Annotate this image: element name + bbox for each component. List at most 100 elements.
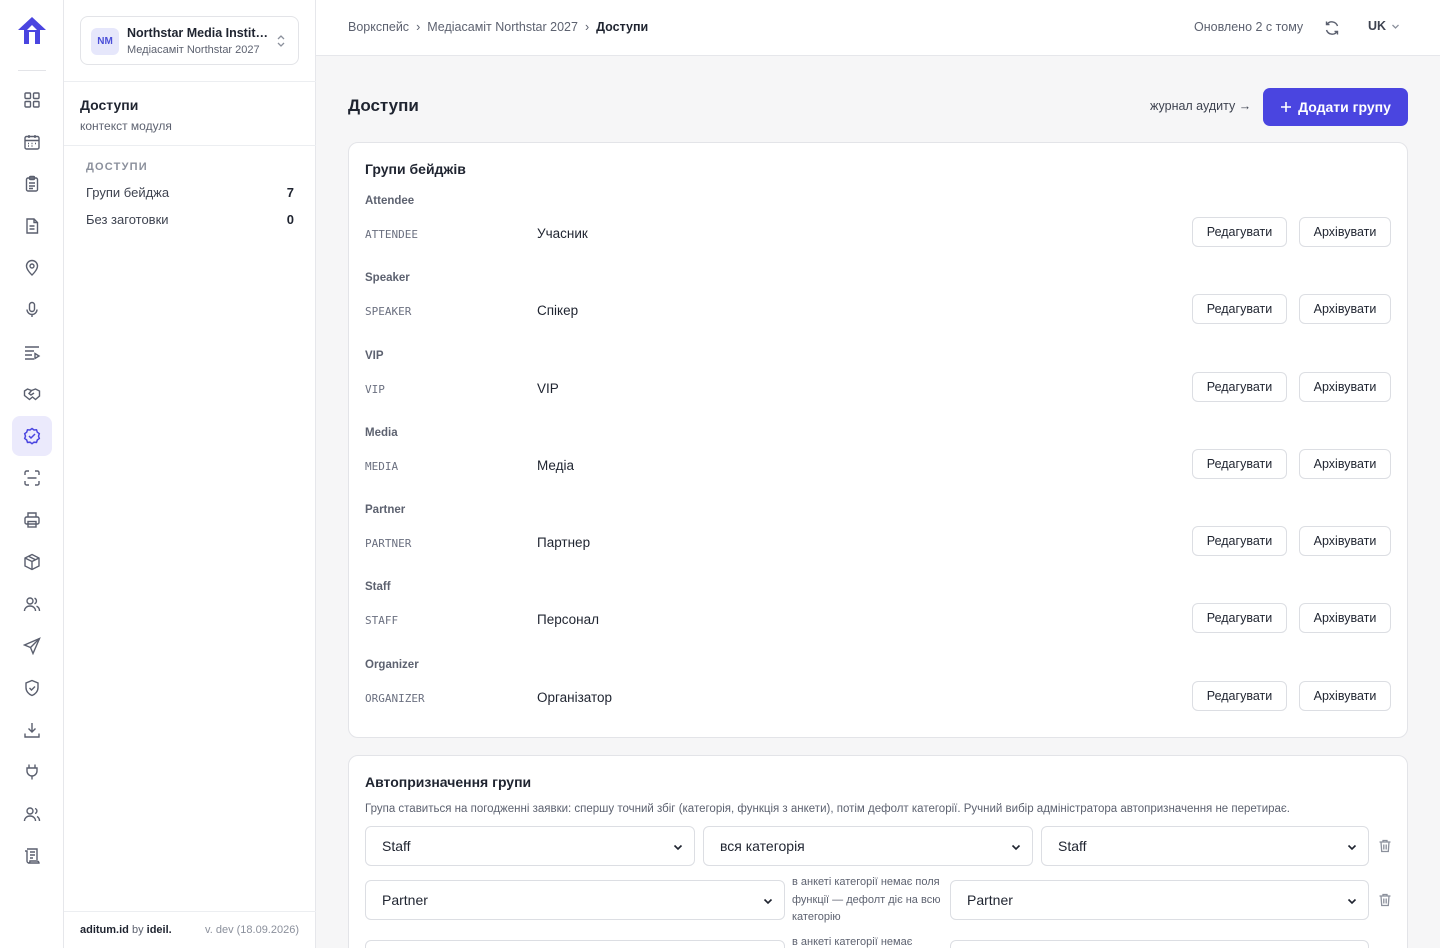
edit-button[interactable]: Редагувати xyxy=(1192,449,1287,479)
select-value: Staff xyxy=(1058,838,1087,854)
breadcrumb-event[interactable]: Медіасаміт Northstar 2027 xyxy=(427,20,578,34)
breadcrumb-separator: › xyxy=(416,20,421,34)
document-icon[interactable] xyxy=(12,206,52,246)
breadcrumb-current: Доступи xyxy=(596,20,649,34)
group-row: VIP VIP VIP Редагувати Архівувати xyxy=(349,350,1407,420)
module-title: Доступи xyxy=(80,97,139,113)
audit-log-link[interactable]: журнал аудиту → xyxy=(1150,99,1251,113)
group-code: VIP xyxy=(365,383,385,396)
chevron-down-icon xyxy=(763,898,773,905)
sidebar-item-count: 0 xyxy=(286,212,294,227)
icon-rail xyxy=(0,0,64,948)
group-name: Attendee xyxy=(365,195,415,207)
group-name: VIP xyxy=(365,350,384,362)
group-row: Attendee ATTENDEE Учасник Редагувати Арх… xyxy=(349,195,1407,265)
edit-button[interactable]: Редагувати xyxy=(1192,681,1287,711)
card-title: Автопризначення групи xyxy=(365,774,532,790)
edit-button[interactable]: Редагувати xyxy=(1192,372,1287,402)
category-select[interactable]: Partner xyxy=(365,880,785,920)
function-select[interactable]: вся категорія xyxy=(703,826,1033,866)
agenda-icon[interactable] xyxy=(12,332,52,372)
archive-button[interactable]: Архівувати xyxy=(1299,294,1391,324)
module-header: Доступи контекст модуля xyxy=(64,81,316,146)
group-row: Partner PARTNER Партнер Редагувати Архів… xyxy=(349,504,1407,574)
group-code: MEDIA xyxy=(365,460,399,473)
trash-icon[interactable] xyxy=(1377,892,1393,908)
group-select[interactable] xyxy=(950,940,1369,948)
sidebar-item-label: Групи бейджа xyxy=(86,185,170,200)
clipboard-icon[interactable] xyxy=(12,164,52,204)
updated-status: Оновлено 2 с тому xyxy=(1194,20,1304,34)
shield-icon[interactable] xyxy=(12,668,52,708)
chevron-down-icon xyxy=(1347,898,1357,905)
auto-assign-card: Автопризначення групи Група ставиться на… xyxy=(348,755,1408,948)
breadcrumb: Воркспейс › Медіасаміт Northstar 2027 › … xyxy=(348,20,648,34)
group-code: ATTENDEE xyxy=(365,228,418,241)
maker-name[interactable]: ideil. xyxy=(147,924,172,936)
group-row: Organizer ORGANIZER Організатор Редагува… xyxy=(349,659,1407,729)
refresh-icon[interactable] xyxy=(1323,19,1341,37)
group-code: PARTNER xyxy=(365,537,412,550)
group-row: Staff STAFF Персонал Редагувати Архівува… xyxy=(349,581,1407,651)
group-row: Media MEDIA Медіа Редагувати Архівувати xyxy=(349,427,1407,497)
group-label: Персонал xyxy=(537,612,599,627)
chevron-updown-icon xyxy=(277,35,285,47)
archive-button[interactable]: Архівувати xyxy=(1299,603,1391,633)
edit-button[interactable]: Редагувати xyxy=(1192,217,1287,247)
team-icon[interactable] xyxy=(12,794,52,834)
sidebar-item-no-template[interactable]: Без заготовки 0 xyxy=(86,212,294,232)
archive-button[interactable]: Архівувати xyxy=(1299,217,1391,247)
group-select[interactable]: Staff xyxy=(1041,826,1369,866)
brand-name[interactable]: aditum.id xyxy=(80,924,129,936)
language-switcher[interactable]: UK xyxy=(1368,19,1400,33)
breadcrumb-workspace[interactable]: Воркспейс xyxy=(348,20,409,34)
add-group-label: Додати групу xyxy=(1298,99,1391,115)
group-label: Партнер xyxy=(537,535,591,550)
group-name: Media xyxy=(365,427,398,439)
send-icon[interactable] xyxy=(12,626,52,666)
handshake-icon[interactable] xyxy=(12,374,52,414)
add-group-button[interactable]: Додати групу xyxy=(1263,88,1408,126)
plug-icon[interactable] xyxy=(12,752,52,792)
scan-icon[interactable] xyxy=(12,458,52,498)
no-function-note: в анкеті категорії немає поля функції — … xyxy=(792,876,941,923)
edit-button[interactable]: Редагувати xyxy=(1192,526,1287,556)
brand-credit: aditum.id by ideil. xyxy=(80,924,172,936)
sidebar-item-badge-groups[interactable]: Групи бейджа 7 xyxy=(86,185,294,205)
trash-icon[interactable] xyxy=(1377,838,1393,854)
group-name: Staff xyxy=(365,581,391,593)
chevron-down-icon xyxy=(673,844,683,851)
dashboard-icon[interactable] xyxy=(12,80,52,120)
access-check-icon[interactable] xyxy=(12,416,52,456)
box-icon[interactable] xyxy=(12,542,52,582)
calendar-icon[interactable] xyxy=(12,122,52,162)
edit-button[interactable]: Редагувати xyxy=(1192,603,1287,633)
org-avatar: NM xyxy=(91,28,119,55)
select-value: вся категорія xyxy=(720,838,805,854)
download-icon[interactable] xyxy=(12,710,52,750)
group-label: Медіа xyxy=(537,458,574,473)
event-name: Медіасаміт Northstar 2027 xyxy=(127,44,260,56)
sidebar-section-label: ДОСТУПИ xyxy=(86,161,148,173)
select-value: Partner xyxy=(967,892,1013,908)
archive-button[interactable]: Архівувати xyxy=(1299,681,1391,711)
archive-button[interactable]: Архівувати xyxy=(1299,372,1391,402)
card-title: Групи бейджів xyxy=(365,161,466,177)
group-select[interactable]: Partner xyxy=(950,880,1369,920)
archive-button[interactable]: Архівувати xyxy=(1299,526,1391,556)
app-logo-icon[interactable] xyxy=(16,16,48,46)
language-label: UK xyxy=(1368,19,1387,33)
microphone-icon[interactable] xyxy=(12,290,52,330)
group-code: SPEAKER xyxy=(365,305,412,318)
category-select[interactable]: Staff xyxy=(365,826,695,866)
edit-button[interactable]: Редагувати xyxy=(1192,294,1287,324)
org-switcher[interactable]: NM Northstar Media Institute Медіасаміт … xyxy=(80,16,299,65)
users-icon[interactable] xyxy=(12,584,52,624)
brand-by: by xyxy=(131,924,144,936)
archive-button[interactable]: Архівувати xyxy=(1299,449,1391,479)
plus-icon xyxy=(1281,102,1292,112)
category-select[interactable] xyxy=(365,940,785,948)
printer-icon[interactable] xyxy=(12,500,52,540)
location-icon[interactable] xyxy=(12,248,52,288)
scroll-icon[interactable] xyxy=(12,836,52,876)
